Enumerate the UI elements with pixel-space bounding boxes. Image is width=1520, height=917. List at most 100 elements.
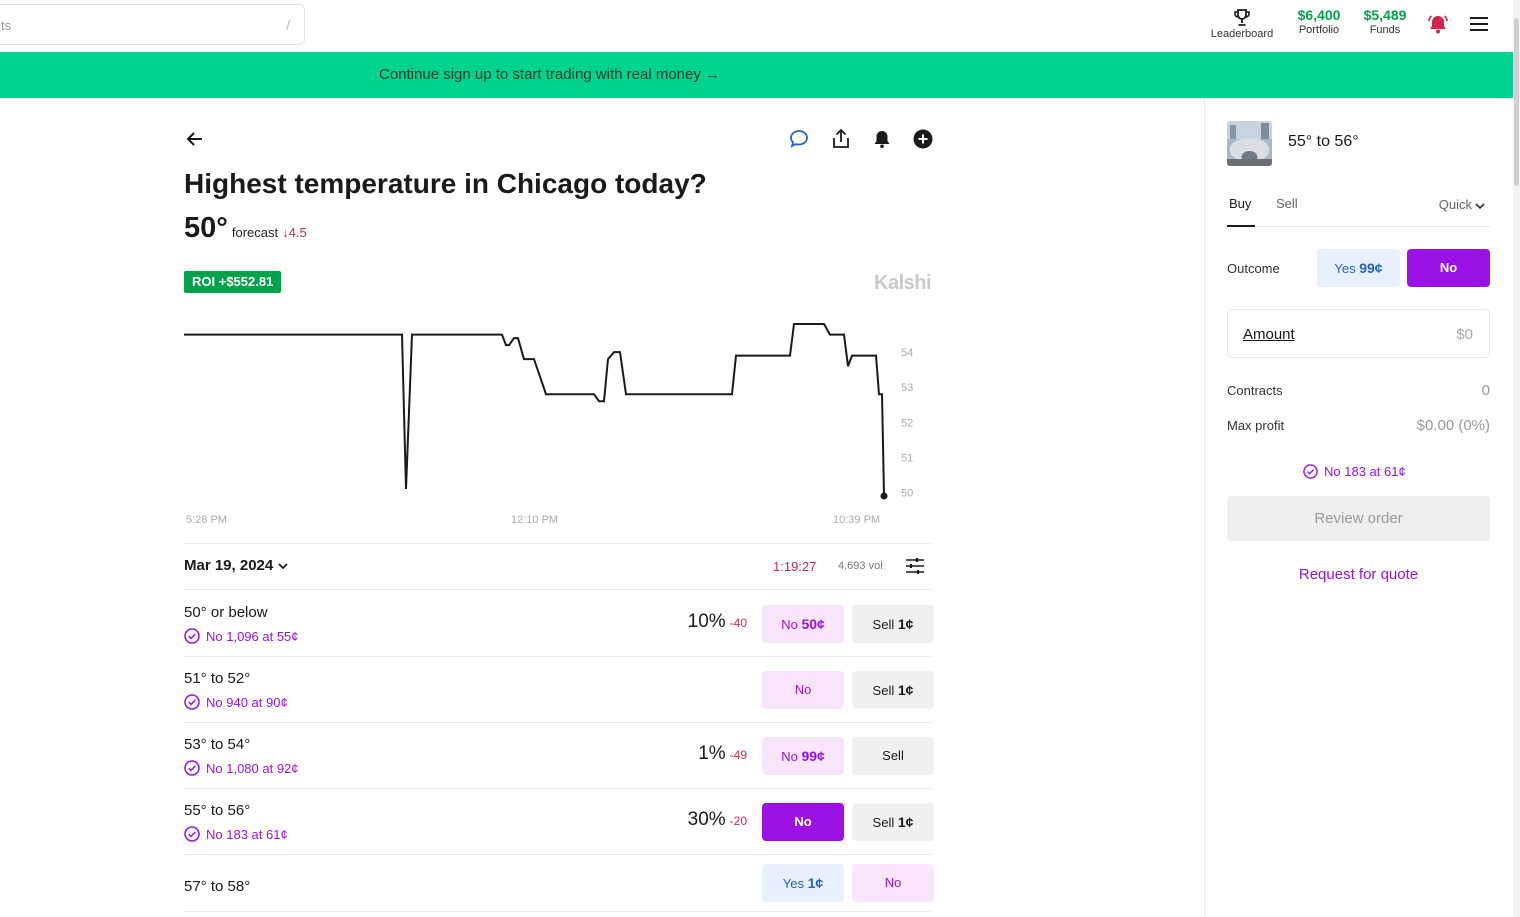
- outcome-probability-value: 10%: [687, 611, 726, 632]
- amount-label: Amount: [1243, 326, 1295, 343]
- outcome-position: No 1,080 at 92¢: [184, 760, 299, 776]
- outcome-row[interactable]: 51° to 52° No 940 at 90¢ No Sell 1¢: [184, 656, 934, 722]
- outcome-yes-price: 99¢: [1359, 260, 1383, 276]
- outcome-row[interactable]: 55° to 56° No 183 at 61¢ 30% -20 No Sell 1¢: [184, 788, 934, 854]
- share-icon[interactable]: [830, 128, 852, 150]
- alert-bell-icon[interactable]: [871, 128, 893, 150]
- notification-bell-icon[interactable]: [1427, 13, 1449, 35]
- date-label: Mar 19, 2024: [184, 557, 274, 574]
- signup-banner[interactable]: Continue sign up to start trading with r…: [0, 52, 1513, 98]
- filter-sliders-icon[interactable]: [905, 557, 925, 575]
- chevron-down-icon: [278, 563, 288, 570]
- add-to-watchlist-icon[interactable]: [912, 128, 934, 150]
- yes-trade-button[interactable]: Yes 1¢: [762, 864, 844, 902]
- funds-label: Funds: [1369, 24, 1401, 36]
- outcome-probability-value: 30%: [687, 809, 726, 830]
- funds-link[interactable]: $5,489 Funds: [1358, 6, 1412, 36]
- contracts-value: 0: [1481, 382, 1490, 399]
- leaderboard-link[interactable]: Leaderboard: [1206, 6, 1278, 40]
- page-scrollbar[interactable]: [1513, 0, 1520, 917]
- date-selector[interactable]: Mar 19, 2024: [184, 557, 289, 574]
- price-chart[interactable]: 54 53 52 51 50 5:28 PM 12:10 PM 10:39 PM: [184, 300, 934, 535]
- no-trade-button[interactable]: No 99¢: [762, 737, 844, 775]
- sell-trade-button[interactable]: Sell 1¢: [852, 803, 934, 841]
- portfolio-value: $6,400: [1297, 7, 1341, 23]
- y-tick-label: 53: [901, 382, 913, 394]
- no-trade-button[interactable]: No: [762, 671, 844, 709]
- order-tabs: Buy Sell Quick: [1226, 196, 1490, 227]
- trade-button-label: No: [781, 617, 798, 632]
- forecast-summary: 50° forecast ↓4.5: [184, 212, 307, 245]
- outcome-position-text: No 1,096 at 55¢: [206, 628, 299, 644]
- x-tick-label: 5:28 PM: [186, 514, 227, 526]
- y-tick-label: 54: [901, 347, 913, 359]
- contracts-row: Contracts 0: [1227, 382, 1490, 399]
- max-profit-row: Max profit $0.00 (0%): [1227, 417, 1490, 434]
- sell-trade-button[interactable]: Sell: [852, 737, 934, 775]
- check-circle-icon: [184, 694, 200, 710]
- check-circle-icon: [184, 628, 200, 644]
- outcome-row[interactable]: 57° to 58° Yes 1¢ No: [184, 854, 934, 917]
- trophy-icon: [1234, 9, 1250, 26]
- top-navigation: ts / Leaderboard $6,400 Portfolio $5,489…: [0, 0, 1513, 52]
- x-tick-label: 10:39 PM: [833, 514, 880, 526]
- outcome-row[interactable]: 53° to 54° No 1,080 at 92¢ 1% -49 No 99¢ Sell: [184, 722, 934, 788]
- forecast-value: 50°: [184, 212, 228, 244]
- max-profit-value: $0.00 (0%): [1416, 417, 1490, 434]
- outcome-probability-value: 1%: [698, 743, 726, 764]
- volume-label: 4,693 vol: [838, 560, 883, 572]
- outcome-yes-button[interactable]: Yes 99¢: [1317, 249, 1400, 287]
- contracts-label: Contracts: [1227, 383, 1283, 398]
- search-input[interactable]: ts /: [0, 4, 305, 45]
- outcome-yes-label: Yes: [1334, 261, 1356, 276]
- sell-trade-button[interactable]: Sell 1¢: [852, 605, 934, 643]
- outcome-position: No 183 at 61¢: [184, 826, 288, 842]
- market-thumbnail: [1227, 121, 1272, 166]
- trade-button-label: Sell: [872, 815, 895, 830]
- outcome-position-text: No 1,080 at 92¢: [206, 760, 299, 776]
- outcome-name: 55° to 56°: [184, 802, 251, 819]
- no-trade-button[interactable]: No 50¢: [762, 605, 844, 643]
- roi-badge: ROI +$552.81: [184, 271, 282, 293]
- trade-button-label: No: [884, 875, 902, 890]
- search-placeholder: ts: [1, 18, 12, 33]
- outcome-no-button[interactable]: No: [1407, 249, 1490, 287]
- market-title: Highest temperature in Chicago today?: [184, 168, 707, 199]
- outcome-name: 53° to 54°: [184, 736, 251, 753]
- check-circle-icon: [184, 760, 200, 776]
- order-mode-dropdown[interactable]: Quick: [1439, 197, 1486, 212]
- portfolio-link[interactable]: $6,400 Portfolio: [1292, 6, 1346, 36]
- y-tick-label: 51: [901, 452, 913, 464]
- order-mode-label: Quick: [1438, 197, 1472, 212]
- outcome-probability-change: -40: [729, 616, 747, 630]
- scrollbar-thumb[interactable]: [1514, 18, 1519, 186]
- back-arrow-icon[interactable]: [185, 129, 205, 149]
- trade-button-price: 1¢: [897, 682, 914, 698]
- request-for-quote-link[interactable]: Request for quote: [1227, 566, 1490, 583]
- current-position: No 183 at 61¢: [1303, 464, 1406, 479]
- kalshi-watermark: Kalshi: [874, 272, 932, 294]
- trade-button-label: No: [794, 682, 812, 697]
- leaderboard-label: Leaderboard: [1210, 28, 1274, 40]
- outcome-row[interactable]: 50° or below No 1,096 at 55¢ 10% -40 No 50¢ S…: [184, 590, 934, 656]
- check-circle-icon: [184, 826, 200, 842]
- review-order-button[interactable]: Review order: [1227, 496, 1490, 541]
- y-tick-label: 52: [901, 417, 913, 429]
- outcome-name: 50° or below: [184, 604, 268, 621]
- chevron-down-icon: [1475, 202, 1485, 209]
- tab-sell[interactable]: Sell: [1276, 196, 1298, 211]
- outcome-name: 51° to 52°: [184, 670, 251, 687]
- amount-input[interactable]: Amount $0: [1227, 309, 1490, 358]
- outcome-position-text: No 183 at 61¢: [206, 826, 288, 842]
- divider: [184, 911, 934, 912]
- no-trade-button[interactable]: No: [852, 864, 934, 902]
- trade-button-label: Sell: [882, 748, 904, 763]
- trade-button-label: No: [794, 814, 812, 829]
- price-line: [184, 323, 885, 497]
- hamburger-menu-icon[interactable]: [1469, 16, 1489, 32]
- no-trade-button[interactable]: No: [762, 803, 844, 841]
- tab-buy[interactable]: Buy: [1226, 196, 1256, 227]
- trade-button-price: 1¢: [807, 875, 824, 891]
- sell-trade-button[interactable]: Sell 1¢: [852, 671, 934, 709]
- comment-icon[interactable]: [788, 128, 810, 150]
